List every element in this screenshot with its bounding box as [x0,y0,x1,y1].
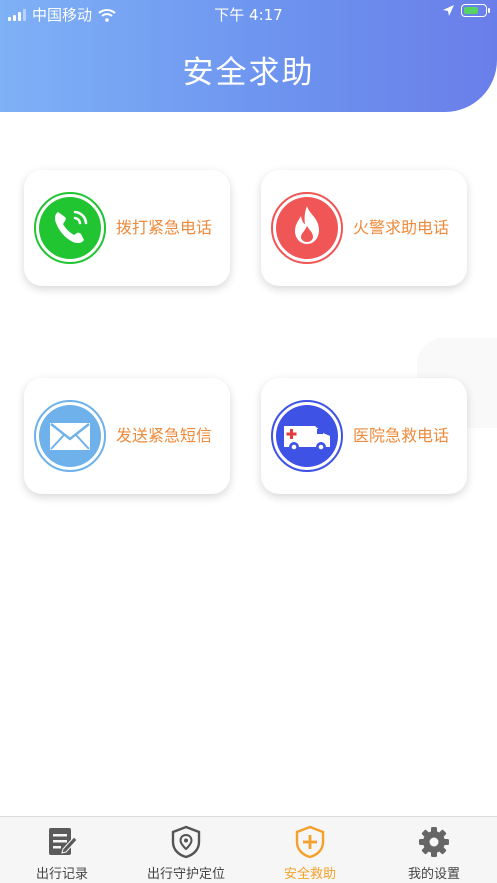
emergency-call-label: 拨打紧急电话 [116,218,213,237]
header: 中国移动 下午 4:17 安全求助 [0,0,497,112]
gear-icon [419,827,449,857]
page-title: 安全求助 [182,55,315,91]
status-bar: 中国移动 下午 4:17 [0,0,497,28]
clock: 下午 4:17 [214,6,283,24]
tab-safety-rescue[interactable]: 安全救助 [248,817,372,883]
ambulance-icon [271,400,343,472]
emergency-call-card[interactable]: 拨打紧急电话 [24,170,230,286]
tab-trip-guard-location[interactable]: 出行守护定位 [124,817,248,883]
tab-trip-guard-location-label: 出行守护定位 [146,867,225,882]
location-shield-icon [171,825,201,859]
fire-call-card[interactable]: 火警求助电话 [261,170,467,286]
notes-icon [49,828,78,855]
battery-icon [461,4,490,17]
fire-call-label: 火警求助电话 [353,218,450,237]
emergency-sms-label: 发送紧急短信 [116,426,213,445]
tab-my-settings-label: 我的设置 [407,867,460,882]
hospital-call-card[interactable]: 医院急救电话 [261,378,467,494]
rescue-shield-icon [295,825,325,859]
tab-trip-records-label: 出行记录 [35,867,88,882]
tab-trip-records[interactable]: 出行记录 [0,817,124,883]
phone-icon [34,192,106,264]
tab-my-settings[interactable]: 我的设置 [372,817,496,883]
tab-safety-rescue-label: 安全救助 [283,867,336,882]
hospital-call-label: 医院急救电话 [353,426,450,445]
envelope-icon [34,400,106,472]
fire-icon [271,192,343,264]
location-arrow-icon [443,5,454,16]
bottom-tab-bar: 出行记录 出行守护定位 安全救助 我的设置 [0,816,497,883]
emergency-sms-card[interactable]: 发送紧急短信 [24,378,230,494]
